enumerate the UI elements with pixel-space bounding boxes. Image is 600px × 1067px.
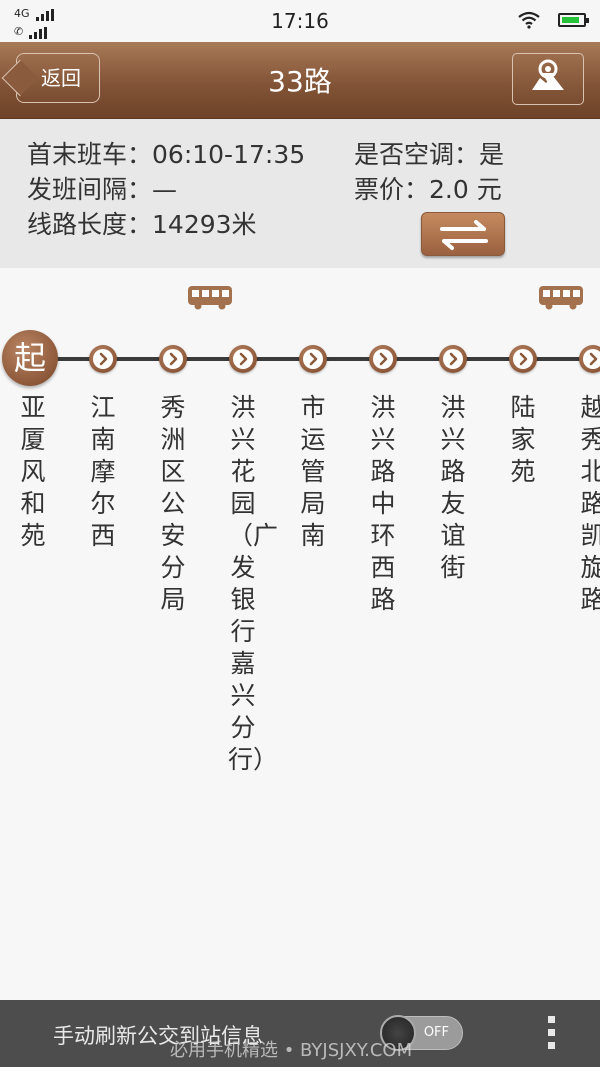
- map-pin-icon: [532, 59, 564, 90]
- aircon-row: 是否空调：是: [354, 135, 504, 171]
- chevron-right-icon: [449, 352, 458, 366]
- station-node[interactable]: [159, 345, 187, 373]
- bottom-bar: 手动刷新公交到站信息 OFF 必用手机精选 • BYJSJXY.COM: [0, 1000, 600, 1067]
- interval-value: —: [152, 175, 178, 204]
- overflow-menu-icon[interactable]: [548, 1016, 556, 1055]
- watermark: 必用手机精选 • BYJSJXY.COM: [170, 1040, 413, 1061]
- status-bar: 4G ✆ 17:16: [0, 0, 600, 42]
- chevron-right-icon: [589, 352, 598, 366]
- battery-icon: [558, 13, 589, 27]
- swap-arrows-icon: [440, 220, 488, 250]
- bus-icon: [188, 286, 232, 310]
- stop-name[interactable]: 洪兴花园（广发银行嘉兴分行）: [228, 392, 278, 776]
- station-node[interactable]: [369, 345, 397, 373]
- fare-label: 票价：: [354, 175, 430, 204]
- length-value: 14293米: [152, 210, 257, 239]
- first-last-row: 首末班车：06:10-17:35: [27, 135, 305, 171]
- stop-name[interactable]: 亚厦风和苑: [18, 392, 48, 552]
- station-node[interactable]: [439, 345, 467, 373]
- route-info-panel: 首末班车：06:10-17:35 是否空调：是 发班间隔：— 票价：2.0 元 …: [0, 119, 600, 268]
- station-node[interactable]: [299, 345, 327, 373]
- stop-name[interactable]: 洪兴路中环西路: [368, 392, 398, 616]
- bus-icon: [539, 286, 583, 310]
- chevron-right-icon: [169, 352, 178, 366]
- first-last-value: 06:10-17:35: [152, 140, 306, 169]
- station-node[interactable]: [229, 345, 257, 373]
- app-header: 返回 33路: [0, 42, 600, 119]
- wifi-icon: [518, 11, 540, 29]
- length-label: 线路长度：: [27, 210, 153, 239]
- stop-name[interactable]: 市运管局南: [298, 392, 328, 552]
- station-node[interactable]: [509, 345, 537, 373]
- station-node[interactable]: [579, 345, 600, 373]
- interval-row: 发班间隔：—: [27, 170, 177, 206]
- chevron-right-icon: [309, 352, 318, 366]
- chevron-right-icon: [519, 352, 528, 366]
- fare-value: 2.0 元: [429, 175, 502, 204]
- chevron-right-icon: [99, 352, 108, 366]
- chevron-right-icon: [379, 352, 388, 366]
- map-button[interactable]: [512, 53, 584, 105]
- route-diagram[interactable]: 起 亚厦风和苑 江南摩尔西 秀洲区公安分局 洪兴花园（广发银行嘉兴分行） 市运管局南 洪兴…: [0, 268, 600, 1000]
- stop-name[interactable]: 越秀北路凯旋路: [578, 392, 600, 616]
- length-row: 线路长度：14293米: [27, 205, 257, 241]
- toggle-state: OFF: [423, 1025, 449, 1040]
- first-last-label: 首末班车：: [27, 140, 153, 169]
- page-title: 33路: [268, 65, 332, 98]
- station-node[interactable]: [89, 345, 117, 373]
- interval-label: 发班间隔：: [27, 175, 153, 204]
- swap-direction-button[interactable]: [421, 212, 505, 256]
- chevron-right-icon: [239, 352, 248, 366]
- stop-name[interactable]: 秀洲区公安分局: [158, 392, 188, 616]
- stop-name[interactable]: 陆家苑: [508, 392, 538, 488]
- start-station-badge[interactable]: 起: [2, 330, 58, 386]
- fare-row: 票价：2.0 元: [354, 170, 502, 206]
- aircon-value: 是: [479, 140, 505, 169]
- aircon-label: 是否空调：: [354, 140, 480, 169]
- stop-name[interactable]: 洪兴路友谊街: [438, 392, 468, 584]
- clock: 17:16: [271, 9, 329, 33]
- stop-name[interactable]: 江南摩尔西: [88, 392, 118, 552]
